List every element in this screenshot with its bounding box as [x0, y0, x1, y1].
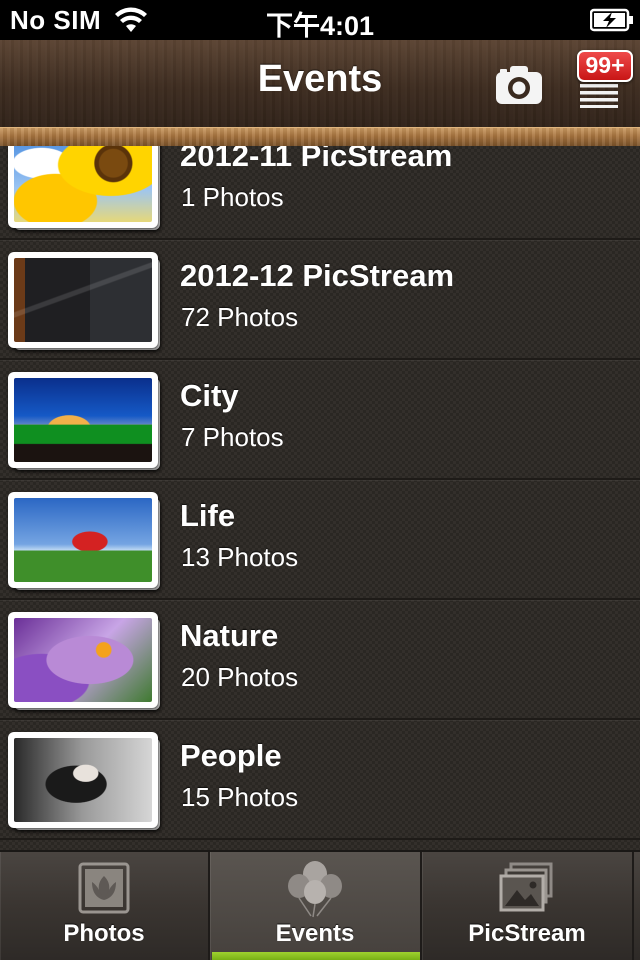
nav-bar: Events 99+ [0, 40, 640, 146]
event-row[interactable]: Life 13 Photos [0, 480, 640, 600]
event-row[interactable]: Nature 20 Photos [0, 600, 640, 720]
event-thumbnail [8, 146, 162, 234]
notification-badge: 99+ [577, 50, 633, 82]
tab-photos[interactable]: Photos [0, 852, 210, 960]
tab-label: Photos [63, 920, 145, 947]
event-row[interactable]: 2012-11 PicStream 1 Photos [0, 146, 640, 240]
tab-picstream[interactable]: PicStream [422, 852, 634, 960]
event-title: 2012-11 PicStream [180, 146, 453, 173]
event-photo-count: 72 Photos [181, 302, 299, 332]
event-title: People [180, 738, 282, 773]
event-row[interactable]: People 15 Photos [0, 720, 640, 840]
interior-photo [14, 258, 152, 342]
balloons-icon [288, 861, 342, 918]
menu-button[interactable]: 99+ [574, 50, 636, 114]
clock: 下午4:01 [265, 11, 375, 41]
event-thumbnail [8, 372, 162, 474]
sunflower-photo [14, 146, 152, 222]
city-photo [14, 378, 152, 462]
tab-bar: Photos Events PicStream [0, 850, 640, 960]
events-list: 2012-11 PicStream 1 Photos 2012-12 PicSt… [0, 146, 640, 850]
photos-tab-icon [78, 862, 130, 914]
event-title: Nature [180, 618, 279, 653]
event-thumbnail [8, 612, 162, 714]
event-photo-count: 15 Photos [181, 782, 299, 812]
portrait-photo [14, 738, 152, 822]
event-photo-count: 20 Photos [181, 662, 299, 692]
event-photo-count: 1 Photos [181, 182, 284, 212]
helicopter-photo [14, 498, 152, 582]
tab-events[interactable]: Events [210, 852, 422, 960]
event-thumbnail [8, 252, 162, 354]
event-photo-count: 7 Photos [181, 422, 284, 452]
status-bar: No SIM 下午4:01 [0, 0, 640, 41]
menu-icon [580, 84, 618, 108]
picstream-icon [499, 862, 553, 912]
tab-label: Events [275, 920, 355, 947]
event-row[interactable]: City 7 Photos [0, 360, 640, 480]
event-title: City [180, 378, 239, 413]
battery-charging-icon [590, 8, 633, 32]
flower-photo [14, 618, 152, 702]
event-title: 2012-12 PicStream [180, 258, 455, 293]
event-photo-count: 13 Photos [181, 542, 299, 572]
tab-label: PicStream [468, 920, 586, 947]
event-thumbnail [8, 732, 162, 834]
camera-icon[interactable] [494, 64, 544, 106]
active-tab-indicator [212, 952, 420, 960]
event-thumbnail [8, 492, 162, 594]
page-title: Events [257, 58, 383, 100]
event-title: Life [180, 498, 236, 533]
event-row[interactable]: 2012-12 PicStream 72 Photos [0, 240, 640, 360]
